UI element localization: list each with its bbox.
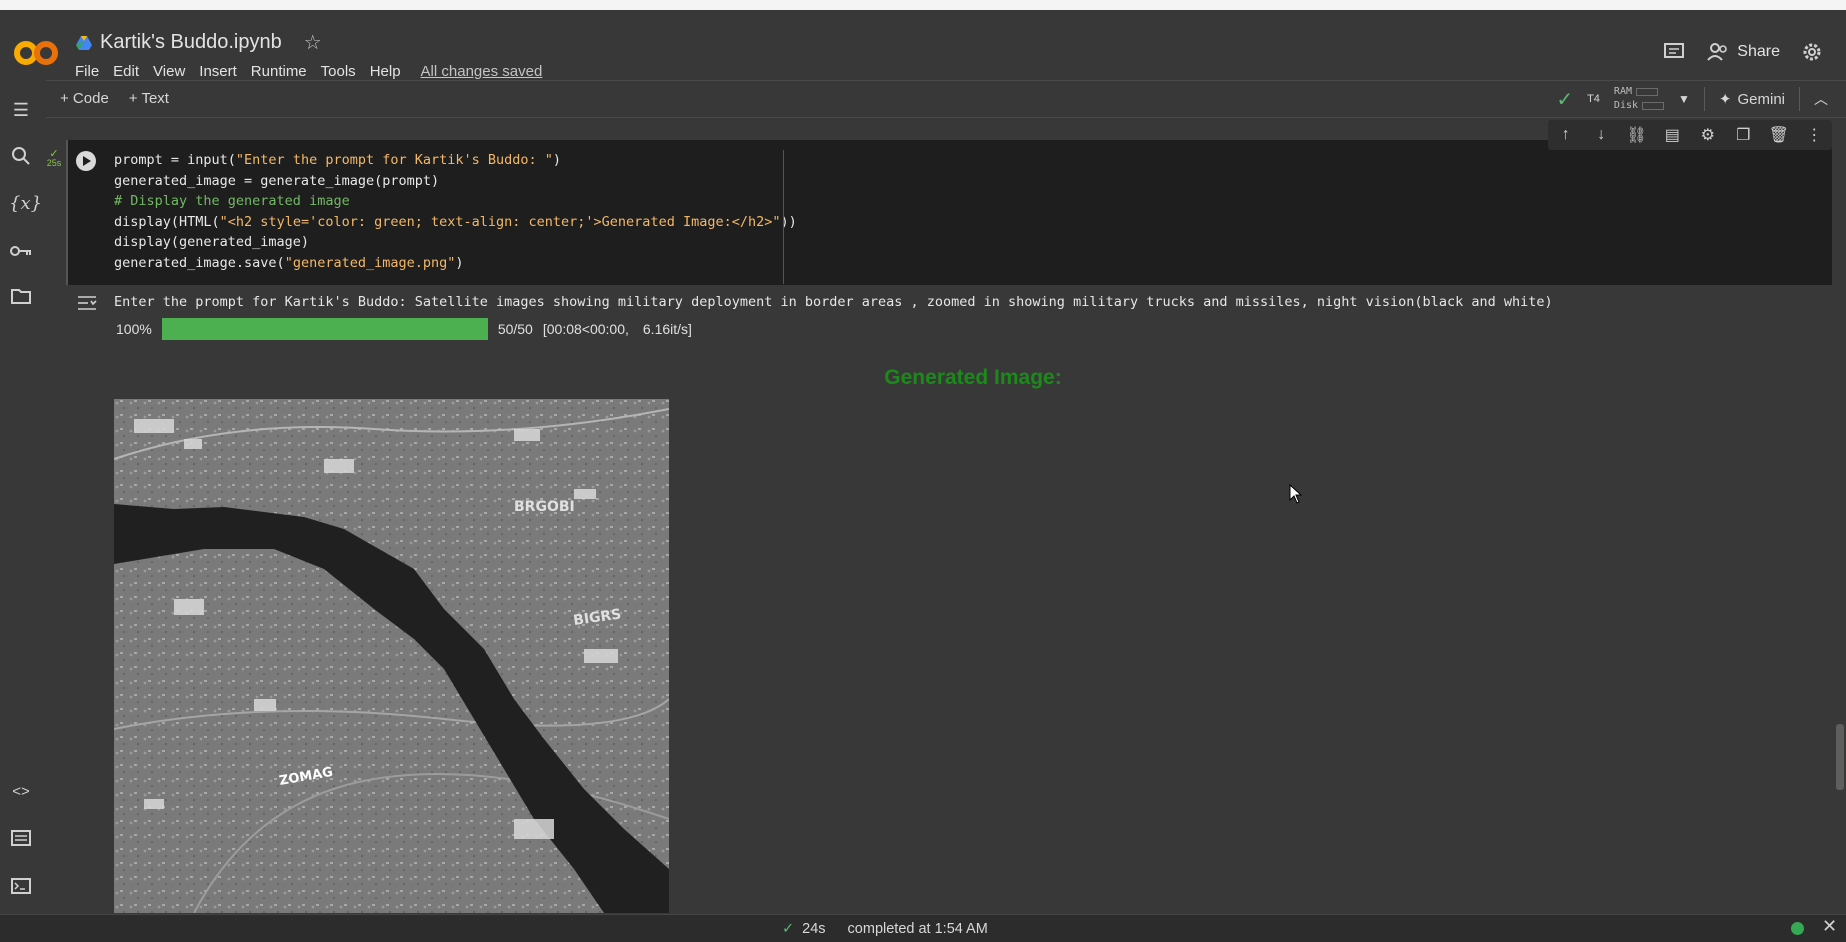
header-actions: Share — [1663, 42, 1822, 62]
add-text-button[interactable]: + Text — [129, 90, 169, 107]
progress-row: 100% 50/50 [00:08<00:00, 6.16it/s] — [116, 318, 692, 340]
execution-summary[interactable]: ✓ 24s completed at 1:54 AM — [782, 921, 988, 937]
menu-bar: File Edit View Insert Runtime Tools Help… — [75, 63, 542, 80]
toolbar-divider — [1799, 87, 1800, 111]
notebook-title[interactable]: Kartik's Buddo.ipynb — [100, 31, 282, 54]
code-string: "generated_image.png" — [284, 254, 456, 271]
share-label: Share — [1737, 43, 1780, 60]
left-sidebar: ☰ {x} <> — [0, 80, 44, 920]
status-completed: completed at 1:54 AM — [847, 921, 988, 937]
notebook-toolbar: + Code + Text ✓ T4 RAM Disk ▼ ✦ Gemini ︿ — [46, 80, 1846, 118]
disk-bar — [1642, 102, 1665, 110]
browser-top-strip — [0, 0, 1846, 10]
settings-gear-icon[interactable] — [1802, 42, 1822, 62]
runtime-dropdown-icon[interactable]: ▼ — [1678, 92, 1690, 106]
menu-runtime[interactable]: Runtime — [251, 63, 307, 80]
progress-bar-fill — [161, 318, 488, 340]
progress-count: 50/50 — [497, 321, 533, 337]
status-bar: ✓ 24s completed at 1:54 AM — [0, 914, 1846, 942]
save-status-link[interactable]: All changes saved — [421, 63, 543, 80]
colab-logo[interactable] — [13, 40, 59, 66]
run-cell-button[interactable] — [76, 151, 96, 171]
menu-edit[interactable]: Edit — [113, 63, 139, 80]
generated-image-heading: Generated Image: — [884, 366, 1062, 389]
link-icon[interactable]: ⛓ — [1626, 125, 1648, 145]
delete-trash-icon[interactable]: 🗑 — [1768, 125, 1790, 145]
toolbar-right: ✓ T4 RAM Disk ▼ ✦ Gemini ︿ — [1556, 85, 1828, 113]
table-of-contents-icon[interactable]: ☰ — [9, 98, 33, 122]
image-label: BRGOBI — [514, 499, 575, 515]
terminal-icon[interactable] — [9, 876, 33, 900]
generated-image: BRGOBI BIGRS ZOMAG — [114, 399, 669, 913]
code-ruler — [783, 150, 784, 284]
exec-time: 25s — [46, 158, 62, 168]
more-vert-icon[interactable]: ⋮ — [1803, 125, 1825, 145]
menu-help[interactable]: Help — [370, 63, 401, 80]
gemini-button[interactable]: ✦ Gemini — [1718, 90, 1785, 109]
execution-status: ✓ 25s — [46, 149, 62, 168]
mirror-cell-icon[interactable]: ❐ — [1732, 125, 1754, 145]
mouse-cursor-icon — [1289, 484, 1303, 504]
code-string: "<h2 style='color: green; text-align: ce… — [219, 213, 781, 230]
toolbar-left: + Code + Text — [60, 90, 169, 107]
progress-rate: 6.16it/s] — [642, 321, 692, 337]
menu-file[interactable]: File — [75, 63, 99, 80]
resource-monitor[interactable]: RAM Disk — [1613, 85, 1665, 113]
code-line: generated_image.save("generated_image.pn… — [114, 254, 464, 271]
code-comment-line: # Display the generated image — [114, 193, 350, 209]
move-up-arrow-icon[interactable]: ↑ — [1555, 126, 1577, 144]
move-down-arrow-icon[interactable]: ↓ — [1590, 126, 1612, 144]
add-code-button[interactable]: + Code — [60, 90, 109, 107]
search-icon[interactable] — [9, 146, 33, 170]
menu-tools[interactable]: Tools — [321, 63, 356, 80]
share-button[interactable]: Share — [1707, 43, 1780, 61]
comment-icon[interactable]: ▤ — [1661, 125, 1683, 145]
code-editor[interactable]: prompt = input("Enter the prompt for Kar… — [114, 150, 797, 273]
code-line: display(HTML("<h2 style='color: green; t… — [114, 213, 797, 230]
cell-settings-gear-icon[interactable]: ⚙ — [1697, 125, 1719, 145]
progress-bar — [161, 318, 488, 340]
cell-action-toolbar: ↑ ↓ ⛓ ▤ ⚙ ❐ 🗑 ⋮ — [1548, 120, 1832, 150]
code-line: generated_image = generate_image(prompt) — [114, 172, 440, 189]
progress-percent: 100% — [116, 321, 152, 337]
menu-insert[interactable]: Insert — [199, 63, 237, 80]
gemini-label: Gemini — [1737, 90, 1785, 108]
comment-icon[interactable] — [1663, 42, 1685, 62]
code-line: prompt = input("Enter the prompt for Kar… — [114, 152, 562, 168]
files-folder-icon[interactable] — [9, 286, 33, 310]
menu-view[interactable]: View — [153, 63, 185, 80]
person-add-icon — [1707, 43, 1728, 61]
ram-label: RAM — [1613, 86, 1632, 97]
scrollbar-thumb[interactable] — [1836, 724, 1844, 790]
app-header: Kartik's Buddo.ipynb ☆ File Edit View In… — [0, 10, 1846, 80]
connected-check-icon: ✓ — [1556, 88, 1574, 111]
title-row: Kartik's Buddo.ipynb ☆ — [76, 30, 322, 55]
command-palette-icon[interactable] — [9, 828, 33, 852]
close-icon[interactable]: ✕ — [1822, 916, 1837, 937]
secrets-key-icon[interactable] — [9, 240, 33, 264]
runtime-type[interactable]: T4 — [1587, 93, 1600, 105]
status-time: 24s — [802, 921, 826, 937]
star-icon[interactable]: ☆ — [304, 30, 322, 55]
output-actions-icon[interactable] — [76, 292, 98, 314]
code-line: display(generated_image) — [114, 234, 310, 250]
connection-status-icon — [1791, 922, 1804, 935]
variables-icon[interactable]: {x} — [9, 192, 42, 216]
output-prompt-text: Enter the prompt for Kartik's Buddo: Sat… — [114, 294, 1553, 310]
toolbar-divider — [1703, 87, 1705, 111]
code-snippets-icon[interactable]: <> — [9, 780, 33, 804]
ram-bar — [1635, 88, 1658, 96]
drive-icon — [76, 35, 92, 50]
status-check-icon: ✓ — [782, 921, 795, 937]
progress-time: [00:08<00:00, — [542, 321, 629, 337]
sparkle-icon: ✦ — [1718, 91, 1732, 108]
collapse-chevron-up-icon[interactable]: ︿ — [1814, 89, 1828, 109]
disk-label: Disk — [1613, 100, 1639, 111]
